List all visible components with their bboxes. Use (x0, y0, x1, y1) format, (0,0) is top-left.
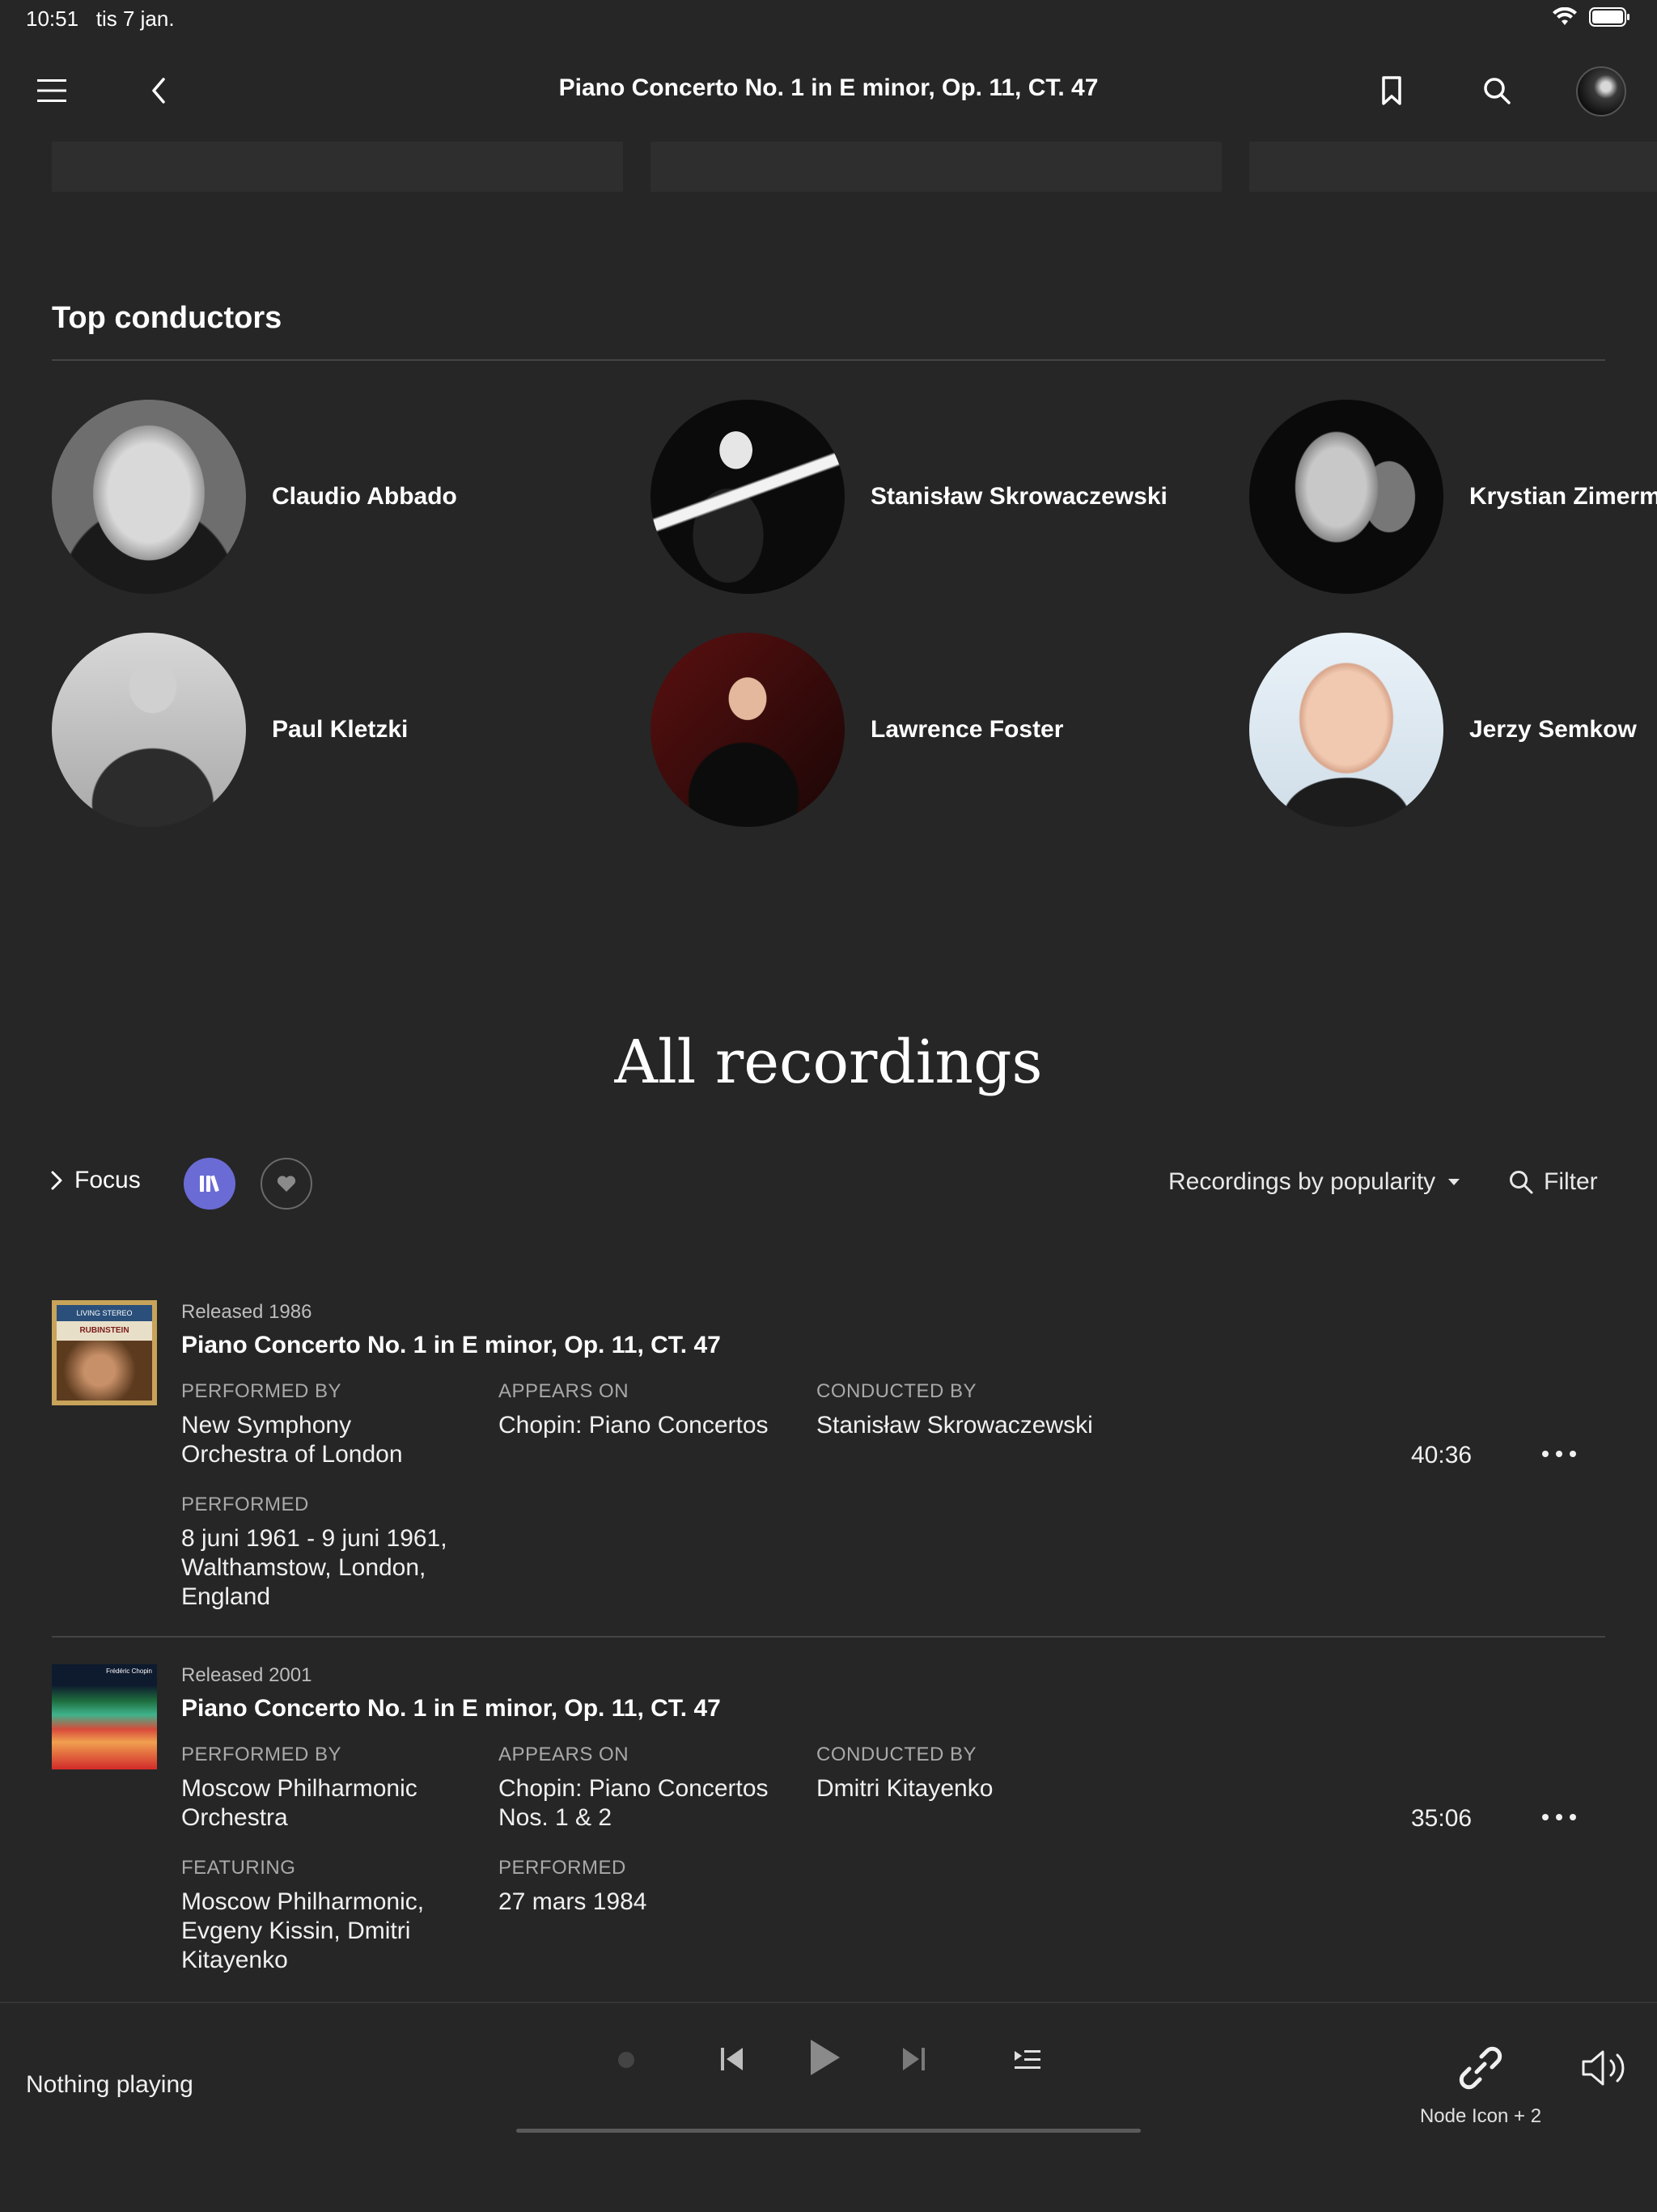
performed-label: PERFORMED (498, 1857, 626, 1879)
filter-button[interactable]: Filter (1508, 1168, 1598, 1196)
conductor-photo (651, 633, 845, 827)
wifi-icon (1553, 7, 1577, 25)
appears-on-label: APPEARS ON (498, 1380, 629, 1402)
conductor-name: Claudio Abbado (272, 483, 457, 510)
previous-button[interactable] (712, 2039, 752, 2079)
search-icon (1510, 1171, 1533, 1194)
favorites-filter-button[interactable] (261, 1158, 312, 1210)
row-divider (52, 1636, 1605, 1638)
conducted-by-label: CONDUCTED BY (816, 1744, 977, 1765)
library-icon (200, 1175, 219, 1192)
featuring-value[interactable]: Moscow Philharmonic, Evgeny Kissin, Dmit… (181, 1888, 456, 1975)
bookmark-button[interactable] (1372, 71, 1411, 110)
performed-by-value[interactable]: New Symphony Orchestra of London (181, 1411, 456, 1469)
connect-button[interactable] (1453, 2040, 1508, 2095)
output-device-label[interactable]: Node Icon + 2 (1408, 2105, 1553, 2128)
performed-value: 8 juni 1961 - 9 juni 1961, Walthamstow, … (181, 1525, 447, 1610)
section-divider (52, 359, 1605, 361)
appears-on-value[interactable]: Chopin: Piano Concertos Nos. 1 & 2 (498, 1774, 773, 1833)
release-year: Released 1986 (181, 1301, 312, 1323)
status-indicators (1552, 6, 1631, 28)
duration: 40:36 (1411, 1442, 1473, 1468)
play-button[interactable] (801, 2032, 848, 2083)
search-button[interactable] (1477, 71, 1516, 110)
skip-previous-icon (721, 2048, 743, 2070)
placeholder-card (52, 142, 623, 192)
conductor-photo (52, 633, 246, 827)
conductor-card[interactable]: Lawrence Foster (651, 633, 1063, 827)
conductor-card[interactable]: Claudio Abbado (52, 400, 457, 594)
skip-next-icon (903, 2048, 925, 2070)
featuring-label: FEATURING (181, 1857, 296, 1879)
conducted-by-value[interactable]: Stanisław Skrowaczewski (816, 1411, 1140, 1440)
chevron-right-icon (51, 1171, 62, 1190)
album-cover[interactable]: Frédéric Chopin (52, 1664, 157, 1769)
conductor-photo (651, 400, 845, 594)
more-options-button[interactable] (1539, 1797, 1579, 1837)
focus-label: Focus (74, 1167, 141, 1193)
section-title-top-conductors: Top conductors (52, 301, 282, 335)
performed-by-value[interactable]: Moscow Philharmonic Orchestra (181, 1774, 456, 1833)
volume-icon (1582, 2050, 1625, 2086)
conducted-by-value[interactable]: Dmitri Kitayenko (816, 1774, 1140, 1803)
focus-toggle[interactable]: Focus (50, 1167, 141, 1194)
performed-by-label: PERFORMED BY (181, 1744, 342, 1765)
duration: 35:06 (1411, 1805, 1473, 1832)
conductor-card[interactable]: Stanisław Skrowaczewski (651, 400, 1168, 594)
more-options-button[interactable] (1539, 1434, 1579, 1474)
repeat-indicator[interactable] (618, 2052, 634, 2068)
status-date: tis 7 jan. (95, 6, 175, 31)
queue-icon (1015, 2050, 1040, 2069)
conductor-card[interactable]: Paul Kletzki (52, 633, 408, 827)
cover-art (57, 1341, 152, 1401)
conductor-name: Stanisław Skrowaczewski (871, 483, 1168, 510)
caret-down-icon (1448, 1179, 1460, 1185)
recording-title[interactable]: Piano Concerto No. 1 in E minor, Op. 11,… (181, 1695, 721, 1723)
now-playing-status: Nothing playing (26, 2071, 193, 2098)
play-icon (811, 2040, 840, 2075)
conductor-card[interactable]: Krystian Zimerma (1249, 400, 1657, 594)
recording-title[interactable]: Piano Concerto No. 1 in E minor, Op. 11,… (181, 1332, 721, 1359)
section-title-all-recordings: All recordings (614, 1028, 1043, 1097)
conductor-card[interactable]: Jerzy Semkow (1249, 633, 1637, 827)
performed-label: PERFORMED (181, 1494, 309, 1515)
library-filter-button[interactable] (184, 1158, 235, 1210)
queue-button[interactable] (1008, 2040, 1047, 2079)
more-icon (1542, 1451, 1576, 1457)
bookmark-icon (1382, 76, 1401, 105)
cover-title: RUBINSTEIN (57, 1321, 152, 1341)
conductor-name: Paul Kletzki (272, 716, 409, 743)
sort-label: Recordings by popularity (1168, 1168, 1436, 1195)
profile-avatar[interactable] (1576, 66, 1626, 117)
conducted-by-label: CONDUCTED BY (816, 1380, 977, 1402)
link-icon (1459, 2046, 1502, 2090)
album-cover[interactable]: LIVING STEREO RUBINSTEIN (52, 1300, 157, 1405)
sort-dropdown[interactable]: Recordings by popularity (1168, 1168, 1461, 1196)
conductor-name: Lawrence Foster (871, 716, 1064, 743)
placeholder-card (1249, 142, 1657, 192)
placeholder-card (651, 142, 1222, 192)
playback-progress-bar[interactable] (516, 2129, 1141, 2133)
cover-title: Frédéric Chopin (106, 1667, 152, 1675)
conductor-name: Jerzy Semkow (1469, 716, 1637, 743)
cover-brand: LIVING STEREO (57, 1305, 152, 1321)
conductor-photo (1249, 400, 1443, 594)
performed-value: 27 mars 1984 (498, 1888, 647, 1915)
volume-button[interactable] (1579, 2044, 1631, 2092)
conductor-name: Krystian Zimerma (1469, 483, 1657, 510)
filter-label: Filter (1544, 1168, 1598, 1195)
next-button[interactable] (893, 2039, 934, 2079)
search-icon (1484, 78, 1511, 104)
conductor-photo (52, 400, 246, 594)
more-icon (1542, 1814, 1576, 1820)
release-year: Released 2001 (181, 1664, 312, 1686)
conductor-photo (1249, 633, 1443, 827)
battery-icon (1589, 7, 1629, 27)
appears-on-value[interactable]: Chopin: Piano Concertos (498, 1411, 773, 1440)
status-time: 10:51 (26, 6, 79, 31)
performed-by-label: PERFORMED BY (181, 1380, 342, 1402)
heart-icon (277, 1176, 296, 1192)
appears-on-label: APPEARS ON (498, 1744, 629, 1765)
status-bar-time: 10:51 tis 7 jan. (26, 6, 175, 32)
